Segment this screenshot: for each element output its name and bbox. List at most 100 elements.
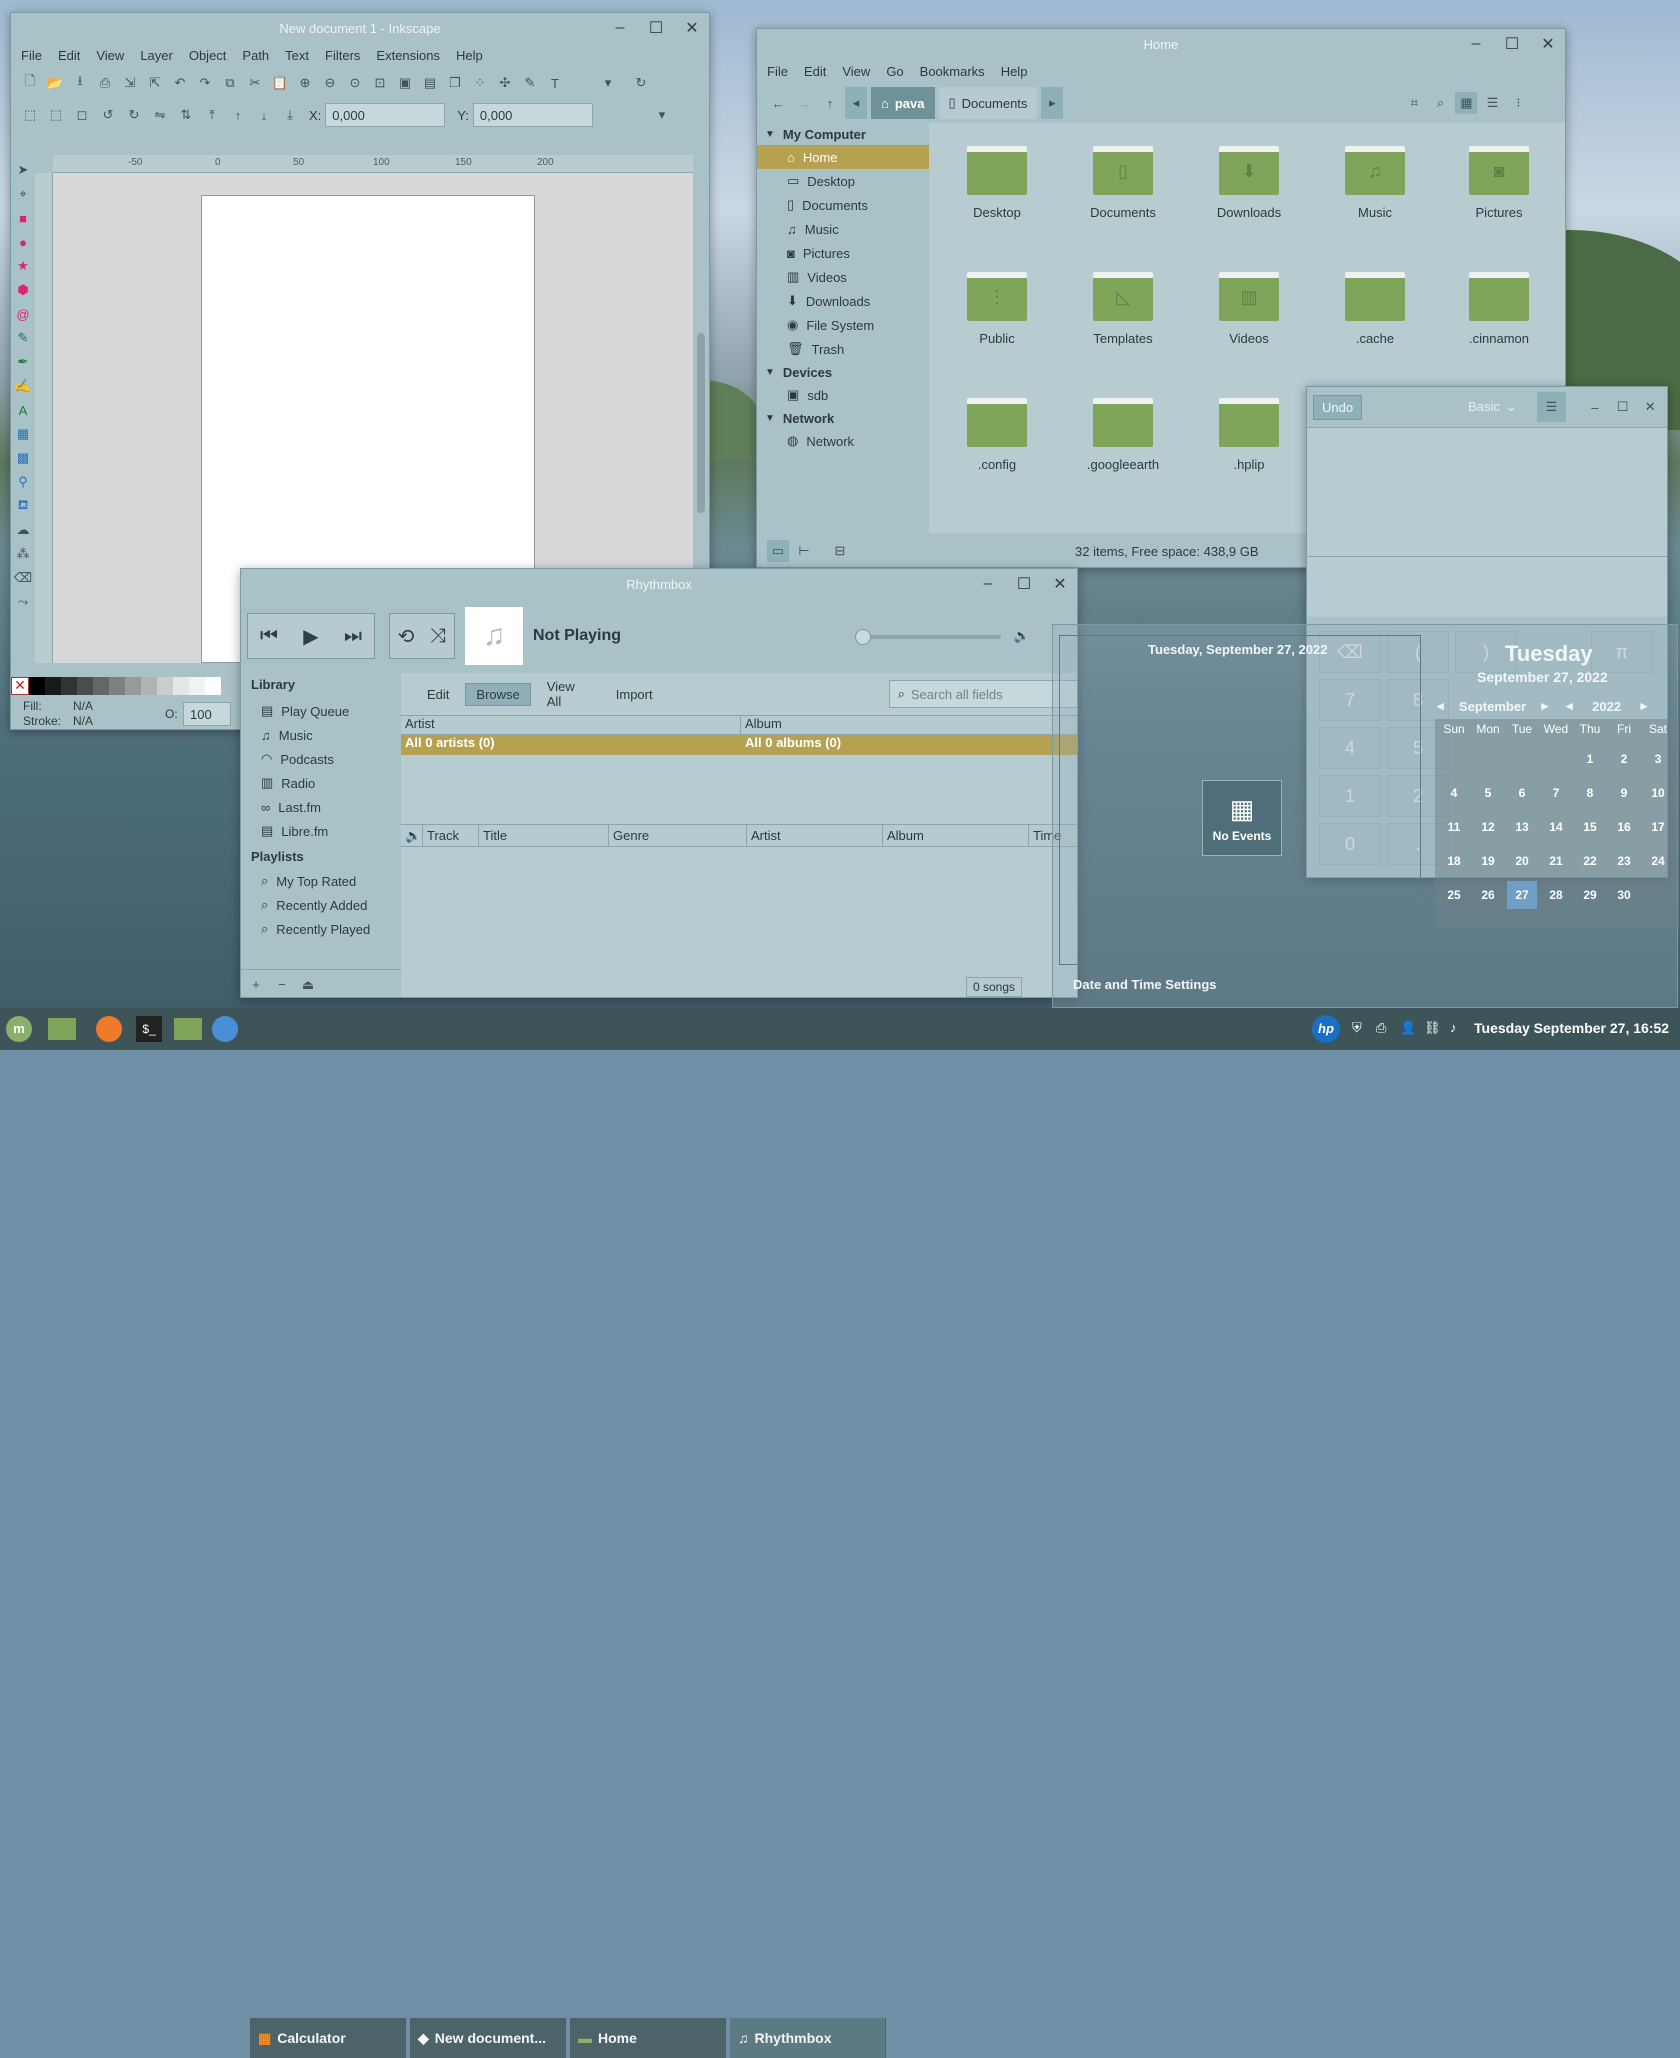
sidebar-item-play-queue[interactable]: ▤ Play Queue xyxy=(241,699,401,723)
column-track[interactable]: Track xyxy=(423,824,479,847)
album-header[interactable]: Album xyxy=(741,716,782,734)
calendar-day[interactable]: 20 xyxy=(1507,847,1537,875)
undo-icon[interactable]: ↶ xyxy=(169,72,191,94)
text-tool-icon[interactable]: T xyxy=(544,72,566,94)
calendar-day[interactable]: 3 xyxy=(1643,745,1673,773)
calendar-day[interactable]: 26 xyxy=(1473,881,1503,909)
calendar-day[interactable]: 28 xyxy=(1541,881,1571,909)
hamburger-icon[interactable]: ☰ xyxy=(1536,392,1567,422)
play-icon[interactable]: ▶ xyxy=(290,614,332,658)
3d-box-tool-icon[interactable]: ⬢ xyxy=(12,279,34,301)
calendar-day[interactable]: 12 xyxy=(1473,813,1503,841)
paste-icon[interactable]: 📋 xyxy=(269,72,291,94)
calendar-day[interactable]: 4 xyxy=(1439,779,1469,807)
up-icon[interactable]: ↑ xyxy=(819,92,841,114)
swatch[interactable] xyxy=(173,677,189,695)
spray-tool-icon[interactable]: ⁂ xyxy=(12,543,34,565)
sidebar-item-file-system[interactable]: ◉ File System xyxy=(757,313,929,337)
text-tool-icon[interactable]: A xyxy=(12,399,34,421)
user-icon[interactable]: 👤 xyxy=(1400,1020,1416,1036)
search-field[interactable]: ⌕ Search all fields xyxy=(888,680,1077,708)
swatch[interactable] xyxy=(141,677,157,695)
add-icon[interactable]: + xyxy=(245,974,267,996)
transform-icon[interactable]: ✣ xyxy=(494,72,516,94)
shield-icon[interactable]: ⛨ xyxy=(1352,1020,1362,1036)
network-icon[interactable]: ⛓ xyxy=(1424,1020,1441,1036)
folder-cache[interactable]: .cache xyxy=(1315,272,1435,346)
calendar-day[interactable]: 30 xyxy=(1609,881,1639,909)
repeat-icon[interactable]: ⟲ xyxy=(390,614,422,658)
ellipse-tool-icon[interactable]: ● xyxy=(12,231,34,253)
task-home[interactable]: ▬ Home xyxy=(570,2018,726,2058)
show-tree-icon[interactable]: ⊢ xyxy=(793,540,815,562)
calendar-day[interactable]: 29 xyxy=(1575,881,1605,909)
node-tool-icon[interactable]: ⌖ xyxy=(12,183,34,205)
folder-config[interactable]: .config xyxy=(937,398,1057,472)
sidebar-item-downloads[interactable]: ⬇ Downloads xyxy=(757,289,929,313)
sidebar-item-radio[interactable]: ▥ Radio xyxy=(241,771,401,795)
calendar-day[interactable]: 10 xyxy=(1643,779,1673,807)
section-network[interactable]: ▼ Network xyxy=(757,407,929,429)
show-desktop-icon[interactable] xyxy=(48,1018,76,1040)
selector-tool-icon[interactable]: ➤ xyxy=(12,159,34,181)
menu-extensions[interactable]: Extensions xyxy=(376,48,440,63)
forward-icon[interactable]: → xyxy=(793,92,815,114)
deselect-icon[interactable]: ◻ xyxy=(71,104,93,126)
icon-view-icon[interactable]: ▦ xyxy=(1455,92,1478,114)
swatch[interactable] xyxy=(29,677,45,695)
sidebar-item-videos[interactable]: ▥ Videos xyxy=(757,265,929,289)
swatch[interactable] xyxy=(93,677,109,695)
menu-view[interactable]: View xyxy=(842,64,870,79)
prev-year-icon[interactable]: ◂ xyxy=(1566,698,1573,714)
eject-icon[interactable]: ⏏ xyxy=(297,974,319,996)
swatch[interactable] xyxy=(189,677,205,695)
no-paint-swatch[interactable]: ✕ xyxy=(11,677,29,695)
clock[interactable]: Tuesday September 27, 16:52 xyxy=(1474,1020,1669,1036)
swatch[interactable] xyxy=(125,677,141,695)
rotate-ccw-icon[interactable]: ↺ xyxy=(97,104,119,126)
path-left-icon[interactable]: ◂ xyxy=(845,87,867,119)
menu-text[interactable]: Text xyxy=(285,48,309,63)
inkscape-titlebar[interactable]: New document 1 - Inkscape – ☐ ✕ xyxy=(11,13,709,43)
dropdown-icon[interactable]: ▾ xyxy=(597,72,619,94)
sidebar-item-music[interactable]: ♫ Music xyxy=(241,723,401,747)
calendar-day[interactable]: 5 xyxy=(1473,779,1503,807)
chromium-icon[interactable] xyxy=(212,1016,238,1042)
sidebar-item-music[interactable]: ♫ Music xyxy=(757,217,929,241)
calendar-day[interactable]: 1 xyxy=(1575,745,1605,773)
column-artist[interactable]: Artist xyxy=(747,824,883,847)
minimize-icon[interactable]: – xyxy=(1465,35,1487,53)
select-all-layers-icon[interactable]: ⬚ xyxy=(45,104,67,126)
folder-templates[interactable]: ◺ Templates xyxy=(1063,272,1183,346)
close-icon[interactable]: ✕ xyxy=(1049,574,1071,594)
swatch[interactable] xyxy=(109,677,125,695)
import-icon[interactable]: ⇲ xyxy=(119,72,141,94)
sidebar-item-home[interactable]: ⌂ Home xyxy=(757,145,929,169)
folder-googleearth[interactable]: .googleearth xyxy=(1063,398,1183,472)
next-month-icon[interactable]: ▸ xyxy=(1542,698,1549,714)
calculator-display[interactable] xyxy=(1307,427,1667,557)
star-tool-icon[interactable]: ★ xyxy=(12,255,34,277)
swatch[interactable] xyxy=(77,677,93,695)
swatch[interactable] xyxy=(45,677,61,695)
firefox-icon[interactable] xyxy=(96,1016,122,1042)
prev-month-icon[interactable]: ◂ xyxy=(1437,698,1444,714)
menu-icon[interactable]: m xyxy=(6,1016,32,1042)
group-icon[interactable]: ▣ xyxy=(394,72,416,94)
folder-videos[interactable]: ▥ Videos xyxy=(1189,272,1309,346)
hide-sidebar-icon[interactable]: ⊟ xyxy=(829,540,851,562)
node-icon[interactable]: ⁘ xyxy=(469,72,491,94)
zoom-icon[interactable]: ⊕ xyxy=(294,72,316,94)
minimize-icon[interactable]: – xyxy=(1584,396,1606,418)
copy-icon[interactable]: ⧉ xyxy=(219,72,241,94)
file-manager-titlebar[interactable]: Home – ☐ ✕ xyxy=(757,29,1565,59)
menu-edit[interactable]: Edit xyxy=(58,48,80,63)
open-icon[interactable]: 📂 xyxy=(44,72,66,94)
calendar-day[interactable]: 9 xyxy=(1609,779,1639,807)
lower-bottom-icon[interactable]: ⤓ xyxy=(279,104,301,126)
tweak-tool-icon[interactable]: ☁ xyxy=(12,519,34,541)
folder-music[interactable]: ♫ Music xyxy=(1315,146,1435,220)
calendar-day[interactable]: 22 xyxy=(1575,847,1605,875)
calendar-day[interactable]: 23 xyxy=(1609,847,1639,875)
calendar-day[interactable]: 21 xyxy=(1541,847,1571,875)
